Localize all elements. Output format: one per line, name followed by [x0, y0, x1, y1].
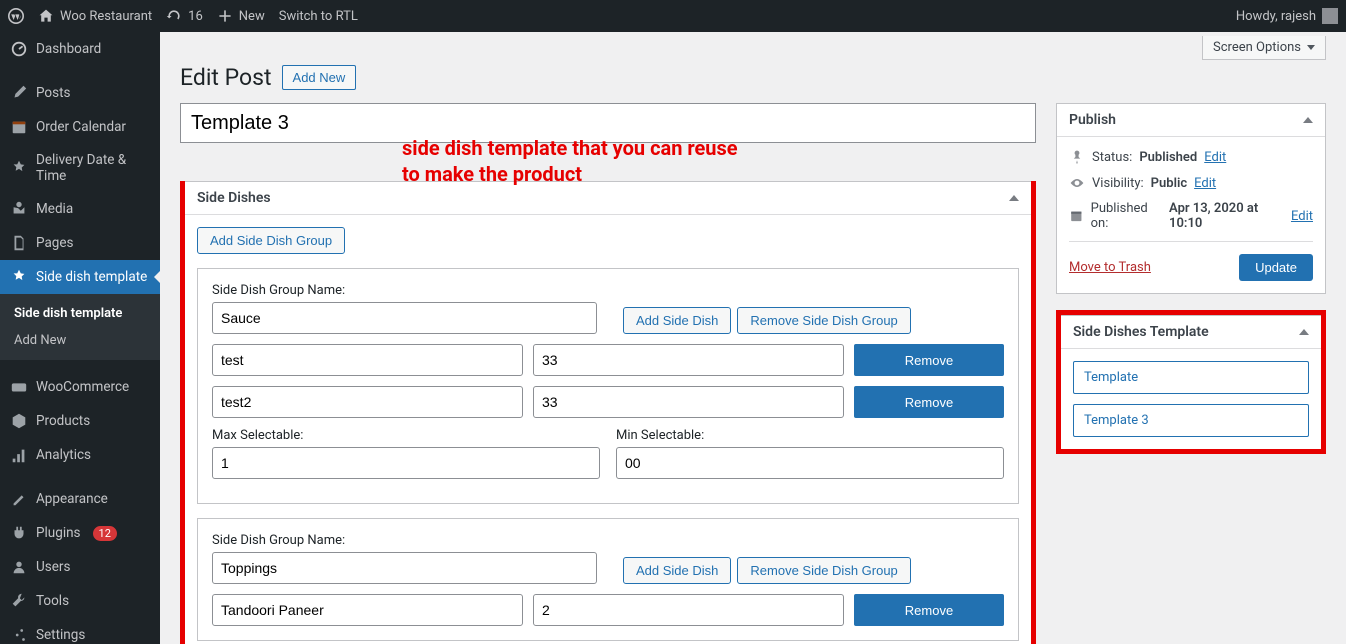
templates-title: Side Dishes Template: [1073, 324, 1209, 340]
publish-header[interactable]: Publish: [1057, 104, 1325, 137]
menu-posts[interactable]: Posts: [0, 76, 160, 110]
max-selectable-input[interactable]: [212, 447, 600, 479]
submenu-add-new[interactable]: Add New: [0, 327, 160, 354]
published-on-label: Published on:: [1091, 201, 1162, 231]
max-selectable-label: Max Selectable:: [212, 428, 600, 443]
menu-settings[interactable]: Settings: [0, 618, 160, 644]
group-name-input[interactable]: [212, 552, 597, 584]
submenu-side-dish: Side dish template Add New: [0, 294, 160, 360]
published-on-value: Apr 13, 2020 at 10:10: [1169, 201, 1284, 231]
side-dishes-title: Side Dishes: [197, 190, 271, 206]
plugins-badge: 12: [93, 526, 117, 541]
edit-date-link[interactable]: Edit: [1291, 209, 1313, 224]
update-button[interactable]: Update: [1239, 254, 1313, 281]
status-label: Status:: [1092, 150, 1132, 165]
add-side-dish-group-button[interactable]: Add Side Dish Group: [197, 227, 345, 254]
group-name-label: Side Dish Group Name:: [212, 283, 597, 298]
remove-dish-button[interactable]: Remove: [854, 386, 1004, 418]
templates-panel: Side Dishes Template Template Template 3: [1061, 315, 1321, 449]
menu-delivery-date[interactable]: Delivery Date & Time: [0, 144, 160, 192]
group-name-input[interactable]: [212, 302, 597, 334]
edit-status-link[interactable]: Edit: [1204, 150, 1226, 165]
min-selectable-input[interactable]: [616, 447, 1004, 479]
pin-icon: [1069, 149, 1085, 165]
add-side-dish-button[interactable]: Add Side Dish: [623, 307, 731, 334]
menu-dashboard[interactable]: Dashboard: [0, 32, 160, 66]
dish-name-input[interactable]: [212, 386, 523, 418]
admin-bar: Woo Restaurant 16 New Switch to RTL Howd…: [0, 0, 1346, 32]
site-name: Woo Restaurant: [60, 9, 152, 24]
menu-media[interactable]: Media: [0, 192, 160, 226]
side-column: Publish Status: Published Edit Visibilit…: [1056, 103, 1326, 644]
add-new-button[interactable]: Add New: [282, 65, 357, 90]
triangle-up-icon: [1303, 117, 1313, 123]
templates-header[interactable]: Side Dishes Template: [1061, 316, 1321, 349]
remove-dish-button[interactable]: Remove: [854, 344, 1004, 376]
menu-analytics[interactable]: Analytics: [0, 438, 160, 472]
move-to-trash-link[interactable]: Move to Trash: [1069, 260, 1151, 275]
howdy-text: Howdy, rajesh: [1236, 9, 1316, 24]
edit-visibility-link[interactable]: Edit: [1194, 176, 1216, 191]
howdy-link[interactable]: Howdy, rajesh: [1236, 8, 1338, 24]
publish-title: Publish: [1069, 112, 1116, 128]
screen-options-toggle[interactable]: Screen Options: [1202, 36, 1326, 60]
updates-link[interactable]: 16: [166, 8, 203, 24]
chevron-down-icon: [1307, 45, 1315, 50]
page-title: Edit Post: [180, 64, 272, 91]
template-item[interactable]: Template: [1073, 361, 1309, 394]
wp-logo[interactable]: [8, 8, 24, 24]
menu-pages[interactable]: Pages: [0, 226, 160, 260]
annotation-overlay: side dish template that you can reuse to…: [402, 135, 738, 187]
new-label: New: [239, 9, 265, 24]
triangle-up-icon: [1009, 195, 1019, 201]
side-dish-group: Side Dish Group Name: Add Side Dish Remo…: [197, 518, 1019, 641]
calendar-icon: [1069, 208, 1084, 224]
side-dishes-panel: Side Dishes Add Side Dish Group Side Dis…: [185, 181, 1031, 644]
main-column: side dish template that you can reuse to…: [180, 103, 1036, 644]
admin-sidebar: Dashboard Posts Order Calendar Delivery …: [0, 32, 160, 644]
annotation-red-box-side: Side Dishes Template Template Template 3: [1056, 310, 1326, 454]
annotation-red-box-main: Side Dishes Add Side Dish Group Side Dis…: [180, 181, 1036, 644]
menu-users[interactable]: Users: [0, 550, 160, 584]
avatar: [1322, 8, 1338, 24]
add-side-dish-button[interactable]: Add Side Dish: [623, 557, 731, 584]
status-value: Published: [1139, 150, 1197, 165]
dish-value-input[interactable]: [533, 594, 844, 626]
content: Screen Options Edit Post Add New side di…: [160, 32, 1346, 644]
dish-name-input[interactable]: [212, 594, 523, 626]
remove-dish-button[interactable]: Remove: [854, 594, 1004, 626]
dish-name-input[interactable]: [212, 344, 523, 376]
switch-rtl-link[interactable]: Switch to RTL: [279, 9, 358, 24]
remove-group-button[interactable]: Remove Side Dish Group: [737, 557, 910, 584]
dish-value-input[interactable]: [533, 344, 844, 376]
group-name-label: Side Dish Group Name:: [212, 533, 597, 548]
dish-value-input[interactable]: [533, 386, 844, 418]
min-selectable-label: Min Selectable:: [616, 428, 1004, 443]
template-item[interactable]: Template 3: [1073, 404, 1309, 437]
menu-side-dish-template[interactable]: Side dish template: [0, 260, 160, 294]
triangle-up-icon: [1299, 329, 1309, 335]
submenu-template-list[interactable]: Side dish template: [0, 300, 160, 327]
menu-woocommerce[interactable]: WooCommerce: [0, 370, 160, 404]
menu-appearance[interactable]: Appearance: [0, 482, 160, 516]
visibility-value: Public: [1151, 176, 1187, 191]
eye-icon: [1069, 175, 1085, 191]
updates-count: 16: [188, 9, 203, 24]
menu-tools[interactable]: Tools: [0, 584, 160, 618]
visibility-label: Visibility:: [1092, 176, 1144, 191]
publish-panel: Publish Status: Published Edit Visibilit…: [1056, 103, 1326, 294]
menu-order-calendar[interactable]: Order Calendar: [0, 110, 160, 144]
site-name-link[interactable]: Woo Restaurant: [38, 8, 152, 24]
menu-plugins[interactable]: Plugins12: [0, 516, 160, 550]
menu-products[interactable]: Products: [0, 404, 160, 438]
remove-group-button[interactable]: Remove Side Dish Group: [737, 307, 910, 334]
new-link[interactable]: New: [217, 8, 265, 24]
side-dish-group: Side Dish Group Name: Add Side Dish Remo…: [197, 268, 1019, 504]
